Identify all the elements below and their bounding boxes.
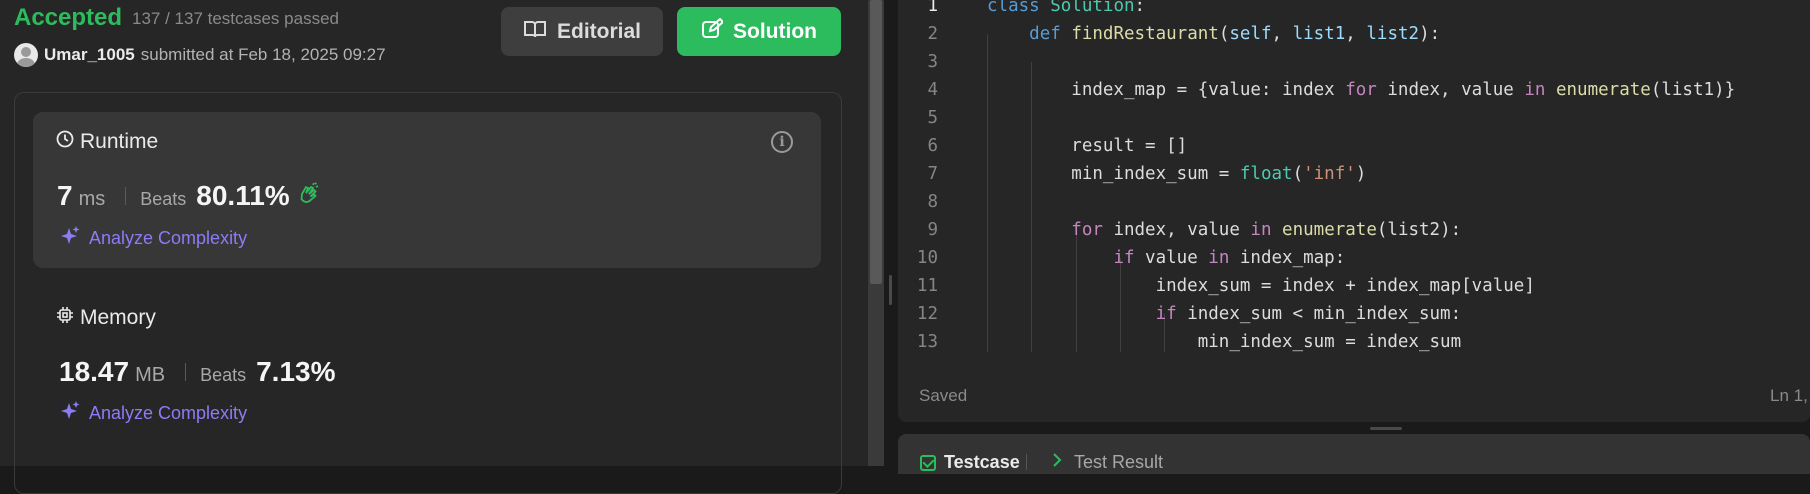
divider [185,363,187,381]
runtime-value-row: 7 ms Beats 80.11% [57,180,320,212]
code-text: if value in index_map: [1113,248,1346,268]
line-number: 5 [927,108,938,128]
code-line: 5 [898,104,1810,132]
code-line: 7 min_index_sum = float('inf') [898,160,1810,188]
memory-beats-label: Beats [200,365,247,385]
code-line: 9 for index, value in enumerate(list2): [898,216,1810,244]
divider [125,187,127,205]
code-text: index_map = {value: index for index, val… [987,80,1736,100]
code-line: 10 if value in index_map: [898,244,1810,272]
code-line: 3 [898,48,1810,76]
code-line: 6 result = [] [898,132,1810,160]
runtime-analyze-complexity[interactable]: Analyze Complexity [59,225,247,252]
tab-test-result[interactable]: Test Result [1050,452,1163,473]
analyze-label: Analyze Complexity [89,403,248,423]
submitter-info: Umar_1005 submitted at Feb 18, 2025 09:2… [14,43,386,67]
code-text: min_index_sum = float('inf') [987,164,1367,184]
memory-analyze-complexity[interactable]: Analyze Complexity [59,400,247,427]
chip-icon [56,306,74,330]
editorial-button[interactable]: Editorial [501,7,663,56]
code-line: 1 class Solution: [898,0,1810,20]
code-text: class Solution: [987,0,1146,16]
editorial-label: Editorial [556,19,641,43]
cursor-position: Ln 1, [1770,386,1808,405]
line-number: 10 [916,248,938,268]
line-number: 12 [916,304,938,324]
username-link[interactable]: Umar_1005 [44,45,135,65]
line-number: 3 [927,52,938,72]
line-number: 1 [927,0,938,16]
code-line: 4 index_map = {value: index for index, v… [898,76,1810,104]
runtime-title: Runtime [56,130,158,154]
memory-label: Memory [80,306,156,329]
runtime-beats-label: Beats [140,189,187,209]
code-text: def findRestaurant(self, list1, list2): [1029,24,1441,44]
line-number: 6 [927,136,938,156]
code-line: 11 index_sum = index + index_map[value] [898,272,1810,300]
code-line: 2 def findRestaurant(self, list1, list2)… [898,20,1810,48]
code-line: 12 if index_sum < min_index_sum: [898,300,1810,328]
code-text: for index, value in enumerate(list2): [1071,220,1462,240]
line-number: 2 [927,24,938,44]
submission-status: Accepted [14,4,123,31]
memory-unit: MB [135,364,166,386]
line-number: 13 [916,332,938,352]
code-text: result = [] [987,136,1188,156]
submitted-time: submitted at Feb 18, 2025 09:27 [140,45,386,64]
clock-icon [56,130,74,154]
memory-title: Memory [56,306,156,330]
code-text: index_sum = index + index_map[value] [987,276,1535,296]
testcases-passed: 137 / 137 testcases passed [132,9,339,28]
solution-label: Solution [733,19,817,43]
sparkle-icon [59,225,81,252]
code-editor[interactable]: 1 class Solution: 2 def findRestaurant(se… [898,0,1810,422]
line-number: 8 [927,192,938,212]
line-number: 7 [927,164,938,184]
sparkle-icon [59,400,81,427]
memory-value-row: 18.47 MB Beats 7.13% [59,356,336,388]
horizontal-resize-handle[interactable] [1370,427,1402,430]
analyze-label: Analyze Complexity [89,228,248,248]
book-icon [523,19,547,45]
solution-button[interactable]: Solution [677,7,841,56]
runtime-beats-value: 80.11% [196,180,290,211]
edit-icon [701,17,725,46]
test-result-tab-label: Test Result [1074,452,1164,472]
runtime-unit: ms [78,188,106,210]
tab-divider [1026,454,1027,470]
tab-testcase[interactable]: Testcase [920,452,1020,473]
test-panel: Testcase Test Result [898,434,1810,474]
testcase-tab-label: Testcase [944,452,1020,472]
info-icon[interactable]: i [771,131,793,153]
code-text: if index_sum < min_index_sum: [1155,304,1462,324]
chevron-right-icon [1050,452,1066,473]
runtime-value: 7 [57,180,73,211]
line-number: 4 [927,80,938,100]
line-number: 11 [916,276,938,296]
line-number: 9 [927,220,938,240]
submission-panel: Accepted 137 / 137 testcases passed Umar… [0,0,868,494]
memory-beats-value: 7.13% [256,356,336,387]
clap-icon [296,181,320,211]
runtime-label: Runtime [80,130,159,153]
checkbox-icon [920,454,936,471]
code-line: 13 min_index_sum = index_sum [898,328,1810,356]
saved-status: Saved [919,386,968,405]
code-line: 8 [898,188,1810,216]
avatar[interactable] [14,43,38,67]
memory-value: 18.47 [59,356,130,387]
code-text: min_index_sum = index_sum [987,332,1462,352]
